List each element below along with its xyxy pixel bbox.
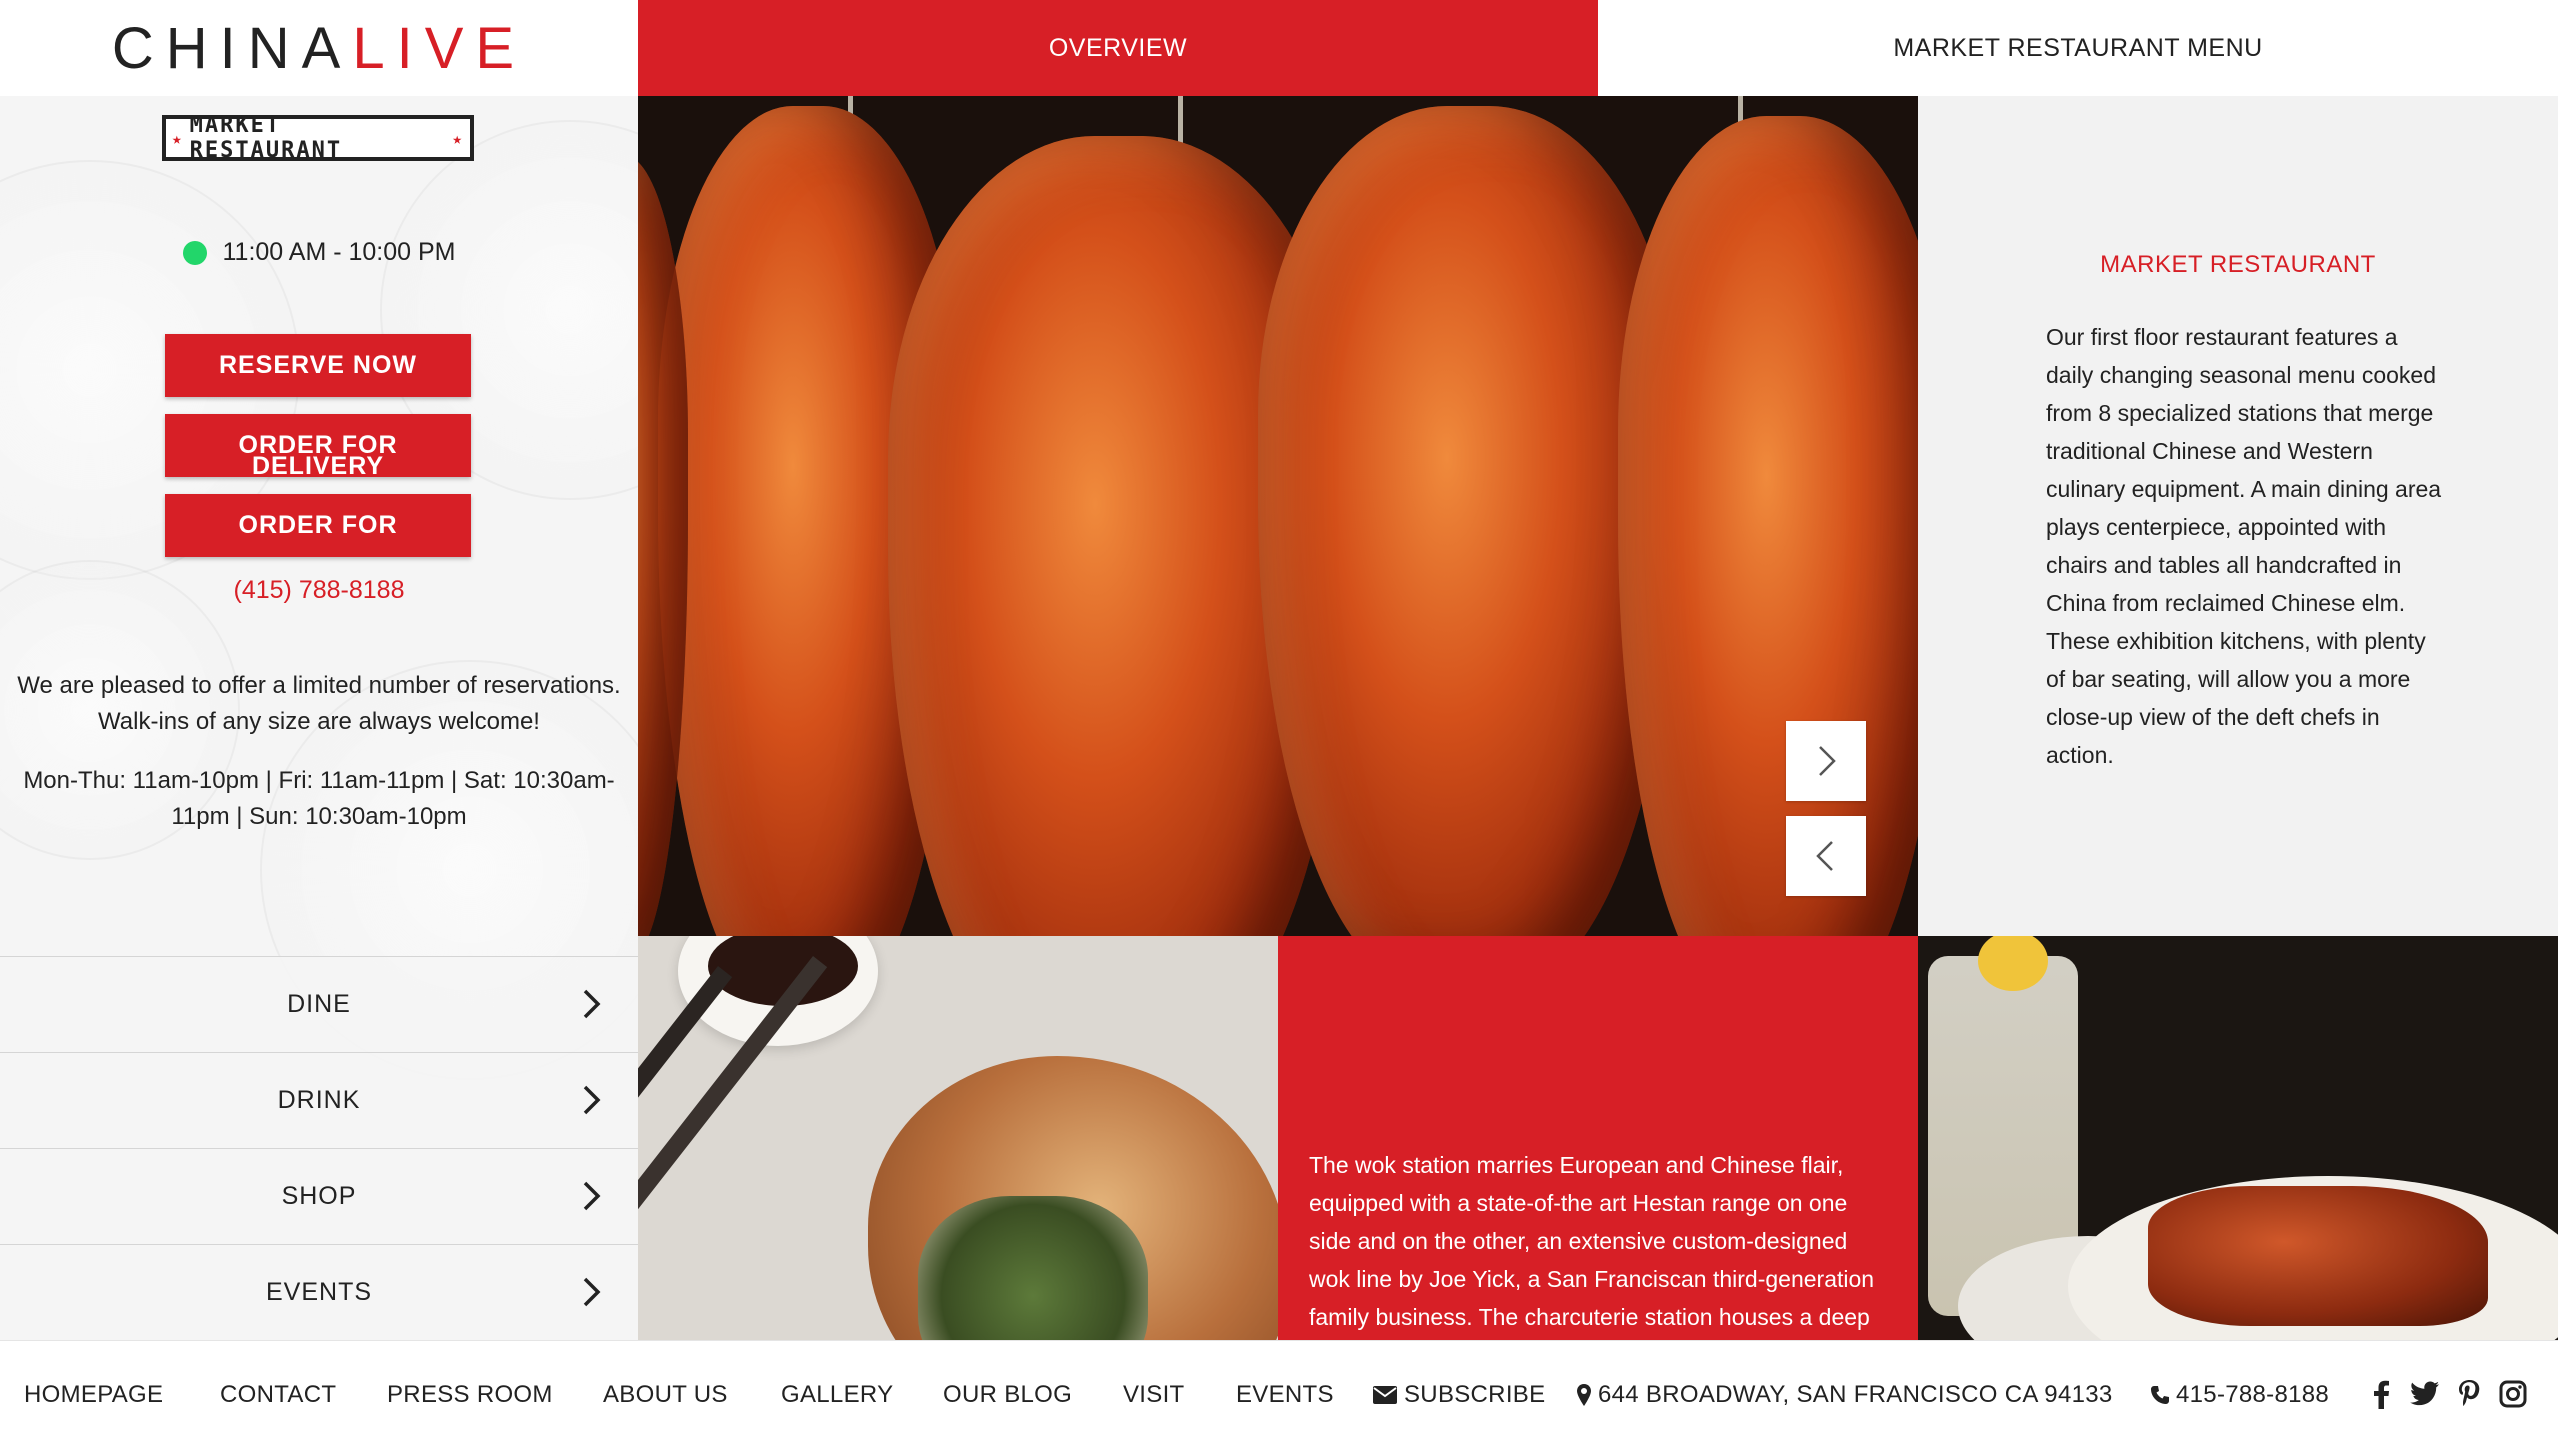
left-sidebar: CHINALIVE ★ MARKET RESTAURANT ★ 11:00 AM… — [0, 0, 638, 1340]
chevron-right-icon — [583, 989, 601, 1019]
order-delivery-button[interactable]: ORDER FOR DELIVERY — [165, 414, 471, 480]
star-icon: ★ — [172, 128, 184, 148]
footer-subscribe-link[interactable]: SUBSCRIBE — [1372, 1381, 1545, 1409]
pinterest-link[interactable] — [2452, 1377, 2486, 1411]
instagram-link[interactable] — [2496, 1377, 2530, 1411]
twitter-link[interactable] — [2408, 1377, 2442, 1411]
pinterest-icon — [2459, 1380, 2480, 1406]
facebook-link[interactable] — [2364, 1377, 2398, 1411]
logo-text-live: LIVE — [352, 15, 527, 81]
chevron-right-icon — [583, 1181, 601, 1211]
footer-link-visit[interactable]: VISIT — [1123, 1381, 1185, 1409]
footer-link-gallery[interactable]: GALLERY — [781, 1381, 893, 1409]
footer-link-press-room[interactable]: PRESS ROOM — [387, 1381, 553, 1409]
dumpling-filling — [918, 1196, 1148, 1340]
footer-link-our-blog[interactable]: OUR BLOG — [943, 1381, 1072, 1409]
facebook-icon — [2374, 1380, 2389, 1409]
nav-item-shop[interactable]: SHOP — [0, 1148, 638, 1244]
nav-label: SHOP — [281, 1182, 357, 1210]
footer-phone-link[interactable]: 415-788-8188 — [2150, 1381, 2329, 1409]
reservation-note-line: Walk-ins of any size are always welcome! — [98, 708, 540, 735]
twitter-icon — [2410, 1381, 2439, 1406]
hero-slideshow-image — [638, 96, 1918, 936]
nav-item-dine[interactable]: DINE — [0, 956, 638, 1052]
hours-text: 11:00 AM - 10:00 PM — [222, 238, 456, 266]
nav-label: DRINK — [277, 1086, 361, 1114]
footer-link-about-us[interactable]: ABOUT US — [603, 1381, 728, 1409]
logo-text-china: CHINA — [111, 15, 353, 81]
footer-address-link[interactable]: 644 BROADWAY, SAN FRANCISCO CA 94133 — [1576, 1381, 2113, 1409]
reserve-now-button[interactable]: RESERVE NOW — [165, 334, 471, 397]
previous-slide-button[interactable] — [1786, 816, 1866, 896]
tab-market-restaurant-menu[interactable]: MARKET RESTAURANT MENU — [1598, 0, 2558, 96]
footer-link-homepage[interactable]: HOMEPAGE — [24, 1381, 163, 1409]
subscribe-label: SUBSCRIBE — [1404, 1381, 1546, 1408]
order-delivery-overflow-label: DELIVERY — [251, 452, 385, 480]
footer-link-contact[interactable]: CONTACT — [220, 1381, 336, 1409]
nav-item-events[interactable]: EVENTS — [0, 1244, 638, 1340]
open-status-dot-icon — [182, 240, 207, 265]
phone-link[interactable]: (415) 788-8188 — [0, 576, 638, 605]
envelope-icon — [1373, 1386, 1397, 1404]
tab-overview[interactable]: OVERVIEW — [638, 0, 1598, 96]
chevron-right-icon — [583, 1277, 601, 1307]
nav-label: DINE — [287, 990, 351, 1018]
address-label: 644 BROADWAY, SAN FRANCISCO CA 94133 — [1598, 1381, 2113, 1408]
order-pickup-button[interactable]: ORDER FOR — [165, 494, 471, 557]
next-slide-button[interactable] — [1786, 721, 1866, 801]
weekly-schedule: Mon-Thu: 11am-10pm | Fri: 11am-11pm | Sa… — [0, 763, 638, 835]
logo-area[interactable]: CHINALIVE — [0, 0, 638, 96]
footer-link-events[interactable]: EVENTS — [1236, 1381, 1334, 1409]
phone-label: 415-788-8188 — [2176, 1381, 2330, 1408]
duck-dish-photo-tile — [1918, 936, 2558, 1340]
schedule-line: 11pm | Sun: 10:30am-10pm — [171, 803, 467, 830]
duck-shape — [1258, 106, 1678, 936]
duck-shape — [1618, 116, 1918, 936]
badge-label: MARKET RESTAURANT — [189, 113, 343, 163]
chevron-left-icon — [1816, 841, 1833, 871]
china-live-logo[interactable]: CHINALIVE — [112, 15, 526, 82]
info-description: Our first floor restaurant features a da… — [2046, 324, 2442, 768]
market-restaurant-badge: ★ MARKET RESTAURANT ★ — [162, 113, 474, 163]
nav-item-drink[interactable]: DRINK — [0, 1052, 638, 1148]
site-footer: HOMEPAGE CONTACT PRESS ROOM ABOUT US GAL… — [0, 1340, 2558, 1452]
info-title: MARKET RESTAURANT — [2100, 251, 2376, 278]
sliced-duck — [2148, 1186, 2488, 1326]
reservation-note-line: We are pleased to offer a limited number… — [17, 672, 621, 699]
star-icon: ★ — [452, 128, 464, 148]
chevron-right-icon — [583, 1085, 601, 1115]
restaurant-info-panel: MARKET RESTAURANT Our first floor restau… — [1918, 96, 2558, 936]
instagram-icon — [2499, 1380, 2527, 1408]
wok-station-text-tile: The wok station marries European and Chi… — [1278, 936, 1918, 1340]
phone-icon — [2151, 1386, 2169, 1404]
schedule-line: Mon-Thu: 11am-10pm | Fri: 11am-11pm | Sa… — [23, 767, 615, 794]
map-marker-icon — [1577, 1384, 1591, 1406]
reservation-note: We are pleased to offer a limited number… — [0, 668, 638, 740]
opening-hours: 11:00 AM - 10:00 PM — [0, 238, 638, 267]
nav-label: EVENTS — [265, 1278, 373, 1306]
chevron-right-icon — [1819, 746, 1836, 776]
wok-station-description: The wok station marries European and Chi… — [1309, 1152, 1875, 1330]
dumpling-photo-tile — [638, 936, 1278, 1340]
